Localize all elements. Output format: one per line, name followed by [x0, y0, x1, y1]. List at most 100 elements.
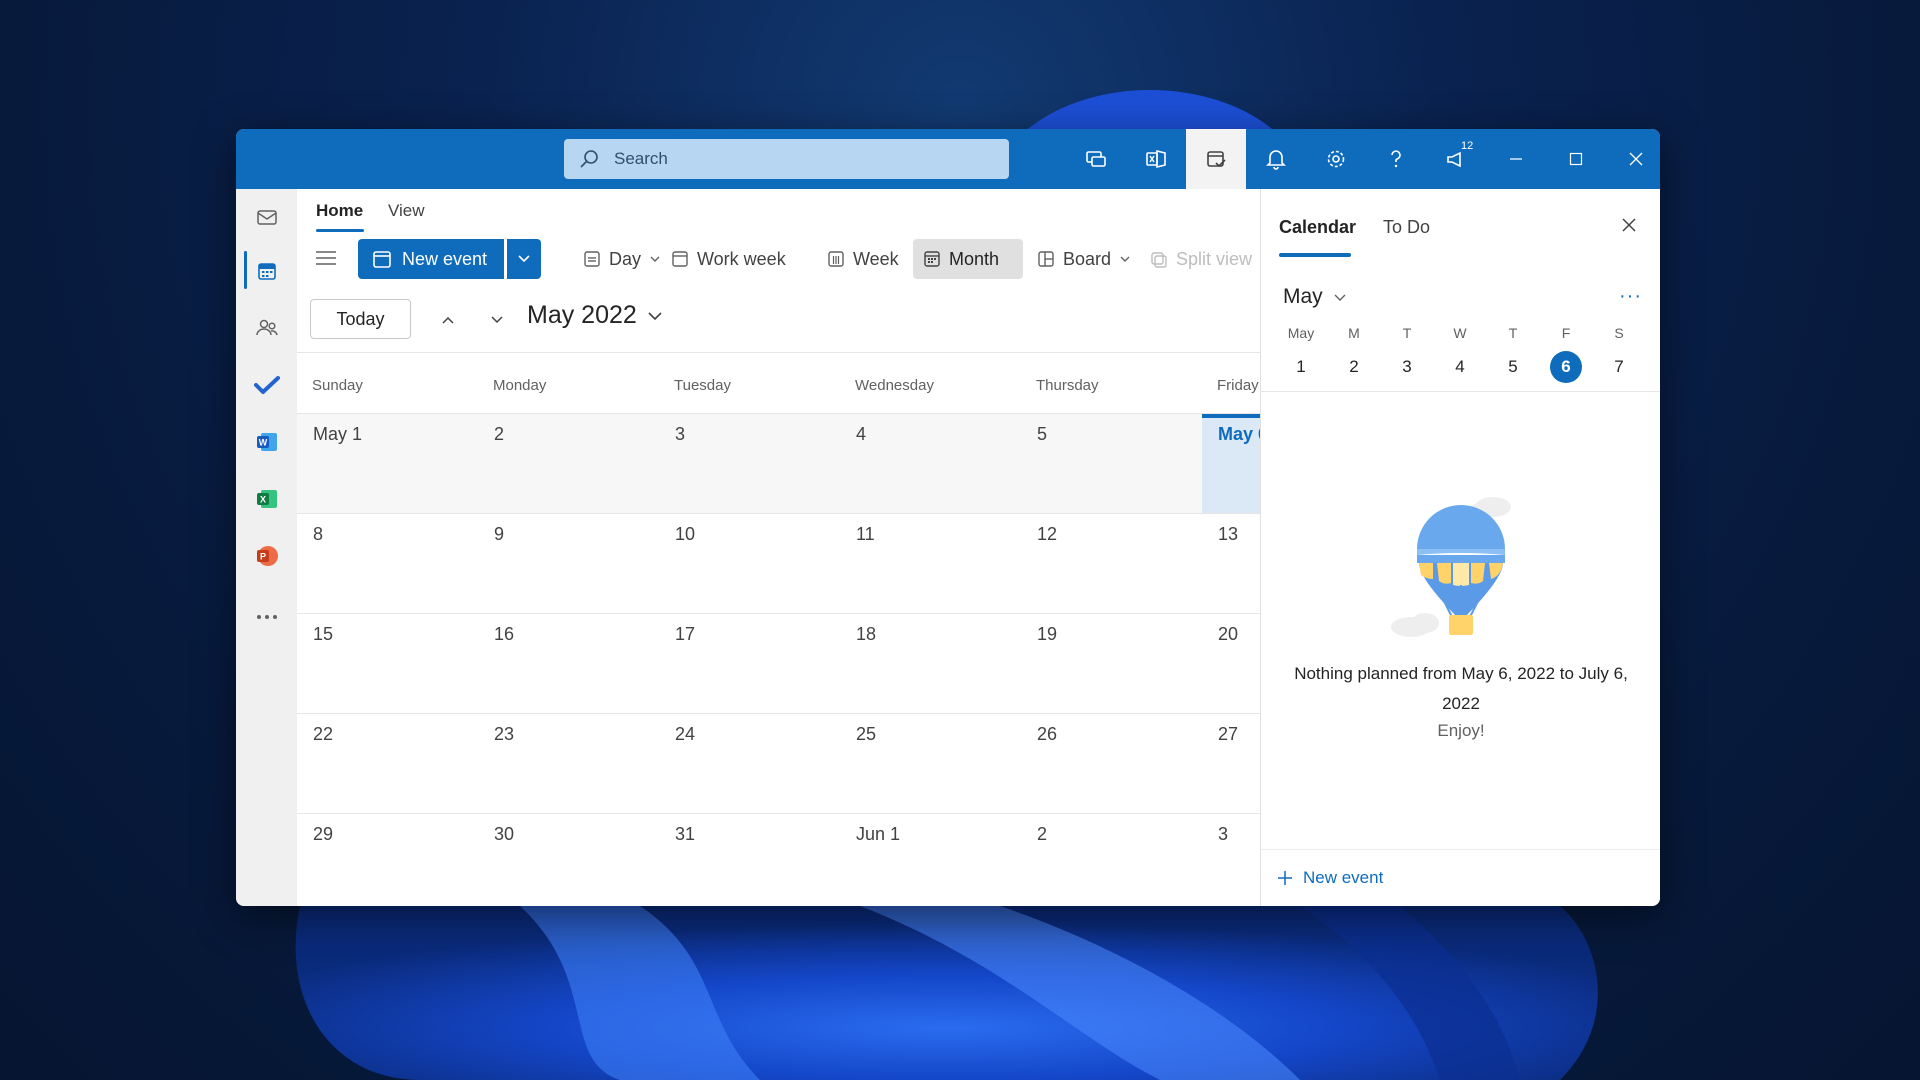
question-icon — [1391, 150, 1401, 168]
view-week-label: Week — [853, 248, 899, 269]
day-number: 29 — [313, 824, 334, 844]
bell-icon — [1266, 150, 1286, 170]
day-cell[interactable]: 3 — [659, 414, 840, 514]
day-cell[interactable]: 25 — [840, 714, 1021, 814]
mini-day-number-selected: 6 — [1550, 351, 1582, 383]
notifications-button[interactable] — [1246, 129, 1306, 189]
chevron-up-icon — [442, 316, 454, 324]
view-week-button[interactable]: Week — [817, 239, 909, 279]
tab-view[interactable]: View — [388, 201, 425, 221]
settings-button[interactable] — [1306, 129, 1366, 189]
pane-new-event-button[interactable]: New event — [1261, 849, 1660, 906]
month-view-icon — [924, 251, 940, 267]
maximize-button[interactable] — [1546, 129, 1606, 189]
day-number: 27 — [1218, 724, 1239, 744]
view-board-button[interactable]: Board — [1027, 239, 1141, 279]
rail-excel[interactable]: X — [236, 474, 297, 524]
chevron-down-icon — [1120, 256, 1130, 262]
mini-day[interactable]: T3 — [1387, 325, 1427, 383]
office-apps-button[interactable] — [1126, 129, 1186, 189]
mini-day-selected[interactable]: F6 — [1546, 325, 1586, 383]
day-cell[interactable]: Jun 1 — [840, 814, 1021, 906]
svg-text:P: P — [259, 552, 265, 562]
new-event-button[interactable]: New event — [358, 239, 504, 279]
close-pane-button[interactable] — [1621, 217, 1637, 238]
day-cell[interactable]: 26 — [1021, 714, 1202, 814]
hamburger-icon — [316, 251, 336, 265]
mail-icon — [256, 210, 277, 225]
day-cell[interactable]: 31 — [659, 814, 840, 906]
mini-day[interactable]: M2 — [1334, 325, 1374, 383]
whats-new-button[interactable]: 12 — [1426, 129, 1486, 189]
minimize-button[interactable] — [1486, 129, 1546, 189]
rail-mail[interactable] — [236, 192, 297, 242]
day-cell[interactable]: 17 — [659, 614, 840, 714]
rail-todo[interactable] — [236, 360, 297, 410]
title-bar: Search 12 — [236, 129, 1660, 189]
day-number: 13 — [1218, 524, 1239, 544]
day-cell[interactable]: 4 — [840, 414, 1021, 514]
day-cell[interactable]: 11 — [840, 514, 1021, 614]
chat-icon — [1086, 151, 1106, 167]
help-button[interactable] — [1366, 129, 1426, 189]
day-cell[interactable]: 29 — [297, 814, 478, 906]
rail-powerpoint[interactable]: P — [236, 531, 297, 581]
view-month-button[interactable]: Month — [913, 239, 1023, 279]
my-day-button[interactable] — [1186, 129, 1246, 189]
day-cell[interactable]: 19 — [1021, 614, 1202, 714]
chevron-down-icon — [1334, 294, 1346, 301]
mini-day[interactable]: T5 — [1493, 325, 1533, 383]
month-picker-button[interactable]: May 2022 — [527, 301, 663, 330]
day-cell[interactable]: 8 — [297, 514, 478, 614]
day-cell[interactable]: 12 — [1021, 514, 1202, 614]
next-month-button[interactable] — [482, 305, 512, 335]
day-number: 15 — [313, 624, 334, 644]
day-cell[interactable]: 24 — [659, 714, 840, 814]
day-number: May 1 — [313, 424, 363, 444]
mini-day-letter: W — [1453, 325, 1467, 341]
pane-tab-underline — [1279, 253, 1351, 257]
rail-calendar[interactable] — [236, 246, 297, 296]
day-cell[interactable]: 18 — [840, 614, 1021, 714]
more-options-button[interactable]: ··· — [1619, 285, 1642, 308]
rail-more-apps[interactable] — [236, 592, 297, 642]
day-number: 20 — [1218, 624, 1239, 644]
new-event-dropdown[interactable] — [507, 239, 541, 279]
rail-people[interactable] — [236, 303, 297, 353]
day-cell[interactable]: 5 — [1021, 414, 1202, 514]
view-work-week-button[interactable]: Work week — [661, 239, 796, 279]
chevron-down-icon — [648, 311, 662, 320]
empty-state-message: Nothing planned from May 6, 2022 to July… — [1294, 664, 1628, 713]
week-row: 29 30 31 Jun 1 2 3 — [297, 813, 1297, 906]
day-cell[interactable]: 10 — [659, 514, 840, 614]
today-button[interactable]: Today — [310, 299, 411, 339]
search-box[interactable]: Search — [564, 139, 1009, 179]
teams-chat-button[interactable] — [1066, 129, 1126, 189]
pane-tab-todo[interactable]: To Do — [1383, 217, 1430, 238]
day-cell[interactable]: 23 — [478, 714, 659, 814]
day-cell[interactable]: 9 — [478, 514, 659, 614]
day-cell[interactable]: May 1 — [297, 414, 478, 514]
collapse-pane-button[interactable] — [315, 249, 337, 272]
outlook-window: Search 12 W X P Home View New event Day … — [236, 129, 1660, 906]
day-header: Wednesday — [855, 377, 934, 394]
day-cell[interactable]: 15 — [297, 614, 478, 714]
day-cell[interactable]: 16 — [478, 614, 659, 714]
previous-month-button[interactable] — [433, 305, 463, 335]
mini-month-picker[interactable]: May — [1283, 285, 1347, 309]
mini-day[interactable]: S7 — [1599, 325, 1639, 383]
day-cell[interactable]: 2 — [1021, 814, 1202, 906]
day-cell[interactable]: 30 — [478, 814, 659, 906]
split-view-button[interactable]: Split view — [1140, 239, 1262, 279]
pane-tab-calendar[interactable]: Calendar — [1279, 217, 1356, 238]
mini-day[interactable]: W4 — [1440, 325, 1480, 383]
day-cell[interactable]: 2 — [478, 414, 659, 514]
notification-count-badge: 12 — [1458, 140, 1477, 153]
tab-home[interactable]: Home — [316, 201, 363, 221]
view-day-button[interactable]: Day — [573, 239, 671, 279]
rail-word[interactable]: W — [236, 417, 297, 467]
day-cell[interactable]: 22 — [297, 714, 478, 814]
close-window-button[interactable] — [1606, 129, 1660, 189]
mini-day[interactable]: May 1 — [1281, 325, 1321, 383]
ribbon-toolbar: New event Day Work week Week Month Board — [297, 233, 1297, 285]
